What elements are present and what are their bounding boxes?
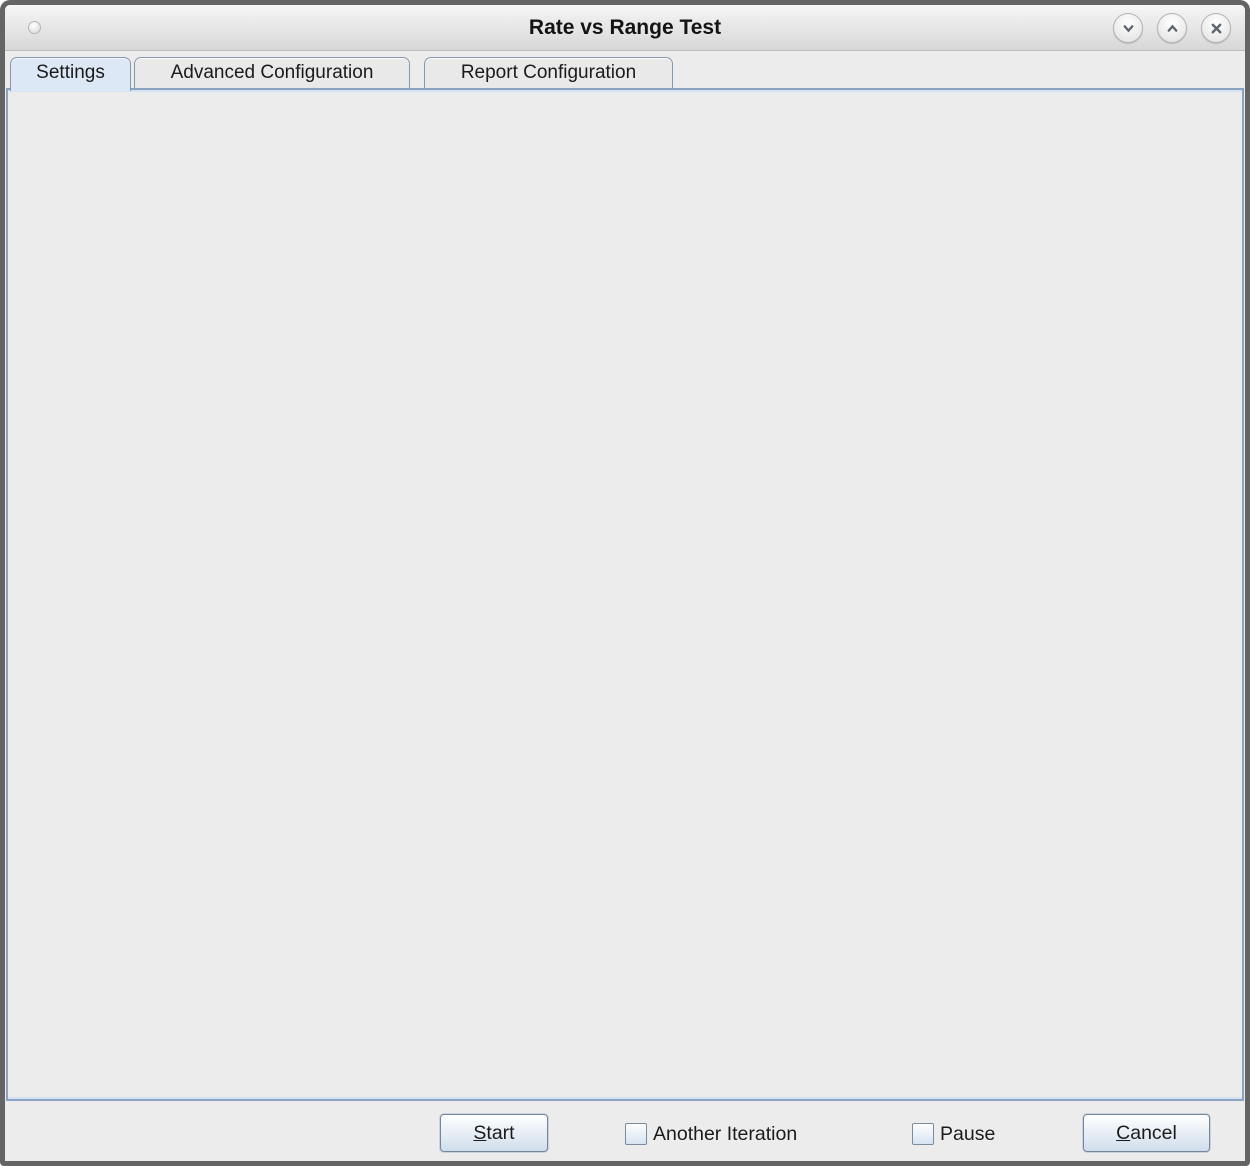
maximize-button[interactable] <box>1157 13 1187 43</box>
titlebar[interactable]: Rate vs Range Test <box>5 5 1245 51</box>
tab-settings[interactable]: Settings <box>10 57 131 91</box>
another-iteration-checkbox[interactable] <box>625 1123 647 1145</box>
another-iteration-label: Another Iteration <box>653 1119 797 1149</box>
chevron-up-icon <box>1165 21 1180 36</box>
window-title: Rate vs Range Test <box>5 5 1245 51</box>
close-button[interactable] <box>1201 13 1231 43</box>
rate-vs-range-test-window: Rate vs Range Test Settings Advanced Con… <box>0 0 1250 1166</box>
chevron-down-icon <box>1121 21 1136 36</box>
tab-advanced-configuration[interactable]: Advanced Configuration <box>134 57 410 88</box>
pause-label: Pause <box>940 1119 995 1149</box>
window-controls <box>1113 13 1231 43</box>
settings-panel <box>6 88 1244 1101</box>
start-button[interactable]: Start <box>440 1114 548 1152</box>
pause-checkbox[interactable] <box>912 1123 934 1145</box>
cancel-button[interactable]: Cancel <box>1083 1114 1210 1152</box>
close-icon <box>1209 21 1224 36</box>
tab-report-configuration[interactable]: Report Configuration <box>424 57 673 88</box>
shade-button[interactable] <box>1113 13 1143 43</box>
